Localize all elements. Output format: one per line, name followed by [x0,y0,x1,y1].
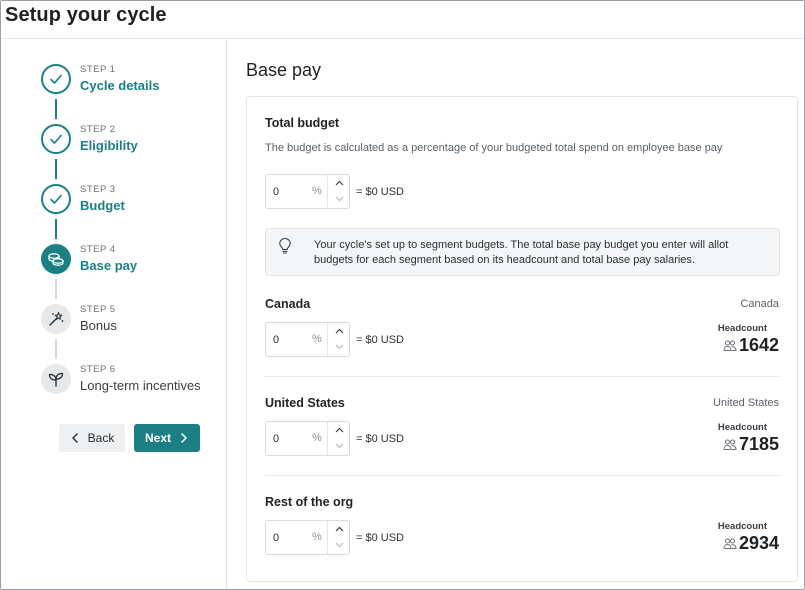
app-window: Setup your cycle STEP 1 Cycle details ST… [0,0,805,590]
segment-title: Rest of the org [265,495,354,509]
chevron-up-icon [335,526,343,532]
segment-percent-stepper: % [265,322,350,357]
step-bonus[interactable]: STEP 5 Bonus [41,304,221,336]
step-eligibility[interactable]: STEP 2 Eligibility [41,124,221,156]
decrement-button[interactable] [328,537,350,553]
step-connector [55,99,57,119]
step-cycle-details[interactable]: STEP 1 Cycle details [41,64,221,96]
segment-result: = $0 USD [356,334,404,346]
segment-percent-stepper: % [265,520,350,555]
chevron-up-icon [335,180,343,186]
next-button[interactable]: Next [134,424,200,452]
step-kicker: STEP 4 [80,244,116,255]
segment-title: United States [265,396,345,410]
back-button[interactable]: Back [59,424,125,452]
coins-icon [41,244,71,274]
headcount-value: 1642 [723,335,779,356]
segment-title: Canada [265,297,311,311]
step-label: Base pay [80,258,138,273]
decrement-button[interactable] [328,438,350,454]
check-icon [41,64,71,94]
step-kicker: STEP 6 [80,364,116,375]
people-icon [723,340,737,351]
segment-divider [265,475,780,476]
percent-sign: % [312,531,322,543]
step-long-term-incentives[interactable]: STEP 6 Long-term incentives [41,364,221,396]
headcount-label: Headcount [717,521,767,532]
increment-button[interactable] [328,521,350,537]
page-title: Setup your cycle [5,4,167,26]
step-label: Eligibility [80,138,138,153]
increment-button[interactable] [328,175,350,191]
next-button-label: Next [144,431,171,445]
section-title: Base pay [246,60,322,80]
step-label: Cycle details [80,78,160,93]
step-label: Bonus [80,318,117,333]
headcount-number: 7185 [738,434,779,454]
segment-info-text: Your cycle's set up to segment budgets. … [314,239,729,266]
check-icon [41,184,71,214]
decrement-button[interactable] [328,191,350,207]
stepper-sidebar: STEP 1 Cycle details STEP 2 Eligibility … [1,40,227,589]
step-connector [55,159,57,179]
back-button-label: Back [87,431,115,445]
lightbulb-icon [278,237,292,260]
percent-sign: % [312,333,322,345]
chevron-left-icon [71,433,78,443]
chevron-up-icon [335,427,343,433]
segment-info-box: Your cycle's set up to segment budgets. … [265,228,780,276]
total-budget-result: = $0 USD [356,186,404,198]
step-label: Budget [80,198,125,213]
check-icon [41,124,71,154]
percent-sign: % [312,432,322,444]
sprout-icon [41,364,71,394]
people-icon [723,439,737,450]
chevron-down-icon [335,344,343,350]
segment-result: = $0 USD [356,532,404,544]
base-pay-card: Total budget The budget is calculated as… [246,96,798,582]
step-kicker: STEP 3 [80,184,116,195]
headcount-label: Headcount [717,323,767,334]
sparkle-wand-icon [41,304,71,334]
increment-button[interactable] [328,422,350,438]
percent-sign: % [312,185,322,197]
segment-result: = $0 USD [356,433,404,445]
step-kicker: STEP 5 [80,304,116,315]
main-content: Base pay Total budget The budget is calc… [228,40,804,589]
segment-region: Canada [740,298,779,310]
headcount-value: 2934 [723,533,779,554]
chevron-down-icon [335,196,343,202]
chevron-up-icon [335,328,343,334]
step-base-pay[interactable]: STEP 4 Base pay [41,244,221,276]
headcount-value: 7185 [723,434,779,455]
segment-percent-stepper: % [265,421,350,456]
step-kicker: STEP 2 [80,124,116,135]
step-connector [55,279,57,299]
segment-region: United States [712,397,779,409]
step-budget[interactable]: STEP 3 Budget [41,184,221,216]
chevron-down-icon [335,542,343,548]
step-label: Long-term incentives [80,378,201,393]
segment-divider [265,376,780,377]
title-bar: Setup your cycle [1,1,804,39]
total-budget-title: Total budget [265,116,340,130]
step-kicker: STEP 1 [80,64,116,75]
headcount-number: 1642 [738,335,779,355]
chevron-down-icon [335,443,343,449]
decrement-button[interactable] [328,339,350,355]
headcount-label: Headcount [717,422,767,433]
headcount-number: 2934 [738,533,779,553]
people-icon [723,538,737,549]
total-budget-percent-stepper: % [265,174,350,209]
increment-button[interactable] [328,323,350,339]
step-connector [55,219,57,239]
chevron-right-icon [181,433,187,443]
step-connector [55,339,57,359]
total-budget-description: The budget is calculated as a percentage… [265,142,723,154]
